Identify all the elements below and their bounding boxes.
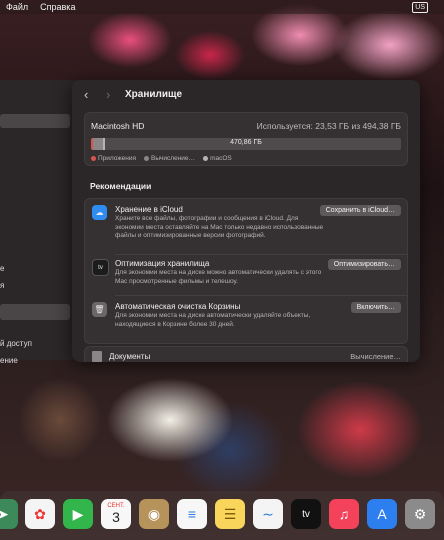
settings-sidebar: е я й доступ ение xyxy=(0,80,76,365)
documents-label: Документы xyxy=(109,352,151,361)
legend-dot-icon xyxy=(203,155,209,161)
dock-facetime-icon[interactable]: ▶ xyxy=(63,499,93,529)
recommendation-description: Храните все файлы, фотографии и сообщени… xyxy=(115,215,324,239)
divider xyxy=(115,295,407,296)
recommendation-title: Хранение в iCloud xyxy=(115,205,183,214)
forward-chevron-icon[interactable]: › xyxy=(106,87,110,102)
optimize-button[interactable]: Оптимизировать… xyxy=(327,259,401,270)
trash-icon: 🗑 xyxy=(92,302,107,317)
sidebar-item[interactable]: ение xyxy=(0,356,18,365)
sidebar-selected-row[interactable] xyxy=(0,114,70,128)
recommendation-title: Автоматическая очистка Корзины xyxy=(115,302,241,311)
input-source-indicator[interactable]: US xyxy=(412,2,428,13)
free-space-label: 470,86 ГБ xyxy=(230,139,262,146)
legend-macos: macOS xyxy=(203,155,232,162)
storage-legend: Приложения Вычисление… macOS xyxy=(91,155,232,162)
recommendation-title: Оптимизация хранилища xyxy=(115,259,210,268)
apple-tv-icon: tv xyxy=(92,259,109,276)
document-icon xyxy=(92,351,102,362)
dock-apple-tv-icon[interactable]: tv xyxy=(291,499,321,529)
recommendations-heading: Рекомендации xyxy=(90,181,152,191)
turn-on-button[interactable]: Включить… xyxy=(350,302,401,313)
dock-system-settings-icon[interactable]: ⚙ xyxy=(405,499,435,529)
menu-help[interactable]: Справка xyxy=(40,2,75,12)
dock-app-store-icon[interactable]: A xyxy=(367,499,397,529)
sidebar-item[interactable]: я xyxy=(0,281,4,290)
divider xyxy=(115,254,407,255)
documents-status: Вычисление… xyxy=(350,352,401,361)
disk-name: Macintosh HD xyxy=(91,121,145,131)
storage-window: ‹ › Хранилище Macintosh HD Используется:… xyxy=(72,80,420,362)
calendar-day: 3 xyxy=(112,509,120,525)
dock-maps-icon[interactable]: ➤ xyxy=(0,499,18,529)
recommendation-description: Для экономии места на диске автоматическ… xyxy=(115,312,311,328)
dock-calendar-icon[interactable]: СЕНТ. 3 xyxy=(101,499,131,529)
dock-notes-icon[interactable]: ☰ xyxy=(215,499,245,529)
legend-dot-icon xyxy=(91,155,96,161)
recommendations-card: ☁ Хранение в iCloud Храните все файлы, ф… xyxy=(84,198,408,344)
sidebar-selected-item[interactable] xyxy=(0,304,70,320)
legend-calculating: Вычисление… xyxy=(144,155,195,162)
storage-bar: 470,86 ГБ xyxy=(91,138,401,150)
menu-bar: Файл Справка US xyxy=(0,0,444,14)
documents-row[interactable]: Документы Вычисление… xyxy=(84,346,408,362)
legend-dot-icon xyxy=(144,155,150,161)
tv-label: tv xyxy=(302,508,310,520)
dock-music-icon[interactable]: ♫ xyxy=(329,499,359,529)
sidebar-item[interactable]: й доступ xyxy=(0,339,32,348)
menu-file[interactable]: Файл xyxy=(6,2,28,12)
sidebar-item[interactable]: е xyxy=(0,264,4,273)
dock-freeform-icon[interactable]: ∼ xyxy=(253,499,283,529)
legend-apps: Приложения xyxy=(91,155,136,162)
dock-photos-icon[interactable]: ✿ xyxy=(25,499,55,529)
window-titlebar: ‹ › Хранилище xyxy=(72,80,420,110)
recommendation-description: Для экономии места на диске можно автома… xyxy=(115,269,322,285)
disk-usage-card: Macintosh HD Используется: 23,53 ГБ из 4… xyxy=(84,112,408,166)
back-chevron-icon[interactable]: ‹ xyxy=(84,87,88,102)
store-in-icloud-button[interactable]: Сохранить в iCloud… xyxy=(319,205,401,216)
window-title: Хранилище xyxy=(125,89,183,100)
dock-reminders-icon[interactable]: ≡ xyxy=(177,499,207,529)
icloud-icon: ☁ xyxy=(92,205,107,220)
disk-used-text: Используется: 23,53 ГБ из 494,38 ГБ xyxy=(256,121,401,131)
dock-contacts-icon[interactable]: ◉ xyxy=(139,499,169,529)
